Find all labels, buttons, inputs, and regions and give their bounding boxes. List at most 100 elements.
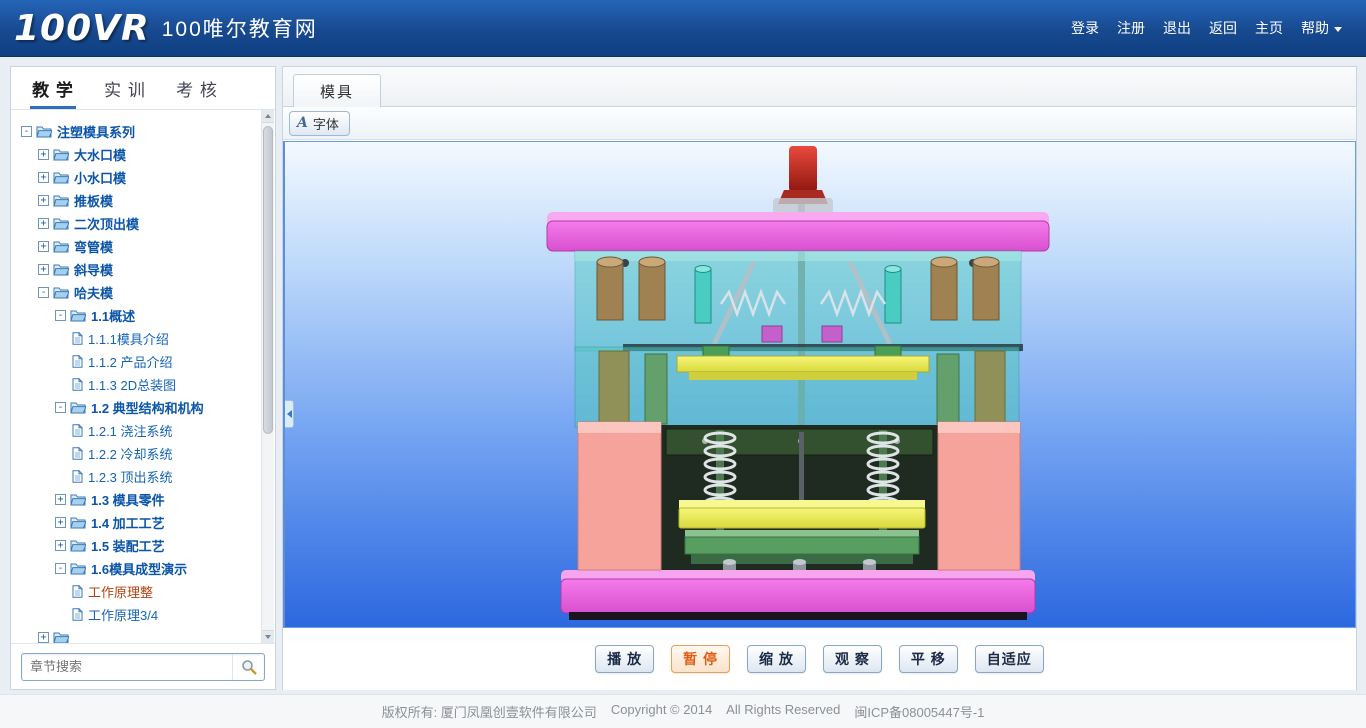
expand-icon[interactable]: + [55,540,66,551]
expand-icon[interactable]: + [38,264,49,275]
viewer-3d-canvas[interactable] [283,141,1356,628]
tree-item-label: 1.5 装配工艺 [91,536,165,555]
expand-icon[interactable]: + [55,494,66,505]
footer-part: 版权所有: 厦门凤凰创壹软件有限公司 [382,702,597,721]
folder-icon [53,240,69,253]
folder-icon [70,493,86,506]
tree-item[interactable]: -1.2 典型结构和机构 [15,396,261,419]
sidebar-collapse-handle[interactable] [285,400,294,428]
sidebar-tabs: 教 学实 训考 核 [11,67,275,110]
search-input[interactable] [22,659,232,674]
collapse-icon[interactable]: - [38,287,49,298]
tree-item[interactable]: +1.4 加工工艺 [15,511,261,534]
tree-item-label: 1.6模具成型演示 [91,559,187,578]
doc-icon [72,424,83,437]
scroll-down-button[interactable] [262,630,274,643]
font-icon: A [297,115,308,131]
header-nav: 登录注册退出返回主页帮助 [1071,18,1342,38]
tree-item[interactable]: + 斜导模 [15,258,261,281]
header: 100VR 100唯尔教育网 登录注册退出返回主页帮助 [0,0,1366,57]
tree-item-label: 斜导模 [74,260,113,279]
tree-item[interactable]: 1.2.1 浇注系统 [15,419,261,442]
viewer-toolbar: A 字体 [283,107,1356,140]
tab-training[interactable]: 实 训 [89,67,161,109]
nav-link-back[interactable]: 返回 [1209,18,1237,38]
collapse-icon[interactable]: - [21,126,32,137]
tree-item[interactable]: +二次顶出模 [15,212,261,235]
expand-icon[interactable]: + [38,241,49,252]
expand-icon[interactable]: + [38,172,49,183]
tree-item-label: 1.2.3 顶出系统 [88,467,173,486]
tab-mold[interactable]: 模具 [293,74,381,107]
tree-item[interactable]: 1.1.2 产品介绍 [15,350,261,373]
tree-item[interactable]: + 大水口模 [15,143,261,166]
tree-item[interactable]: - 哈夫模 [15,281,261,304]
tree-item-label: 1.3 模具零件 [91,490,165,509]
pan-button[interactable]: 平 移 [899,645,958,673]
scrollbar-thumb[interactable] [263,126,273,434]
collapse-icon[interactable]: - [55,402,66,413]
tree-item[interactable]: +1.5 装配工艺 [15,534,261,557]
tree-item[interactable]: +小水口模 [15,166,261,189]
tab-assessment[interactable]: 考 核 [161,67,233,109]
tree-item[interactable]: 工作原理3/4 [15,603,261,626]
folder-icon [53,194,69,207]
chapter-tree: -注塑模具系列+大水口模+小水口模+推板模+二次顶出模+弯管模+斜导模-哈夫模-… [11,110,261,643]
search-button[interactable] [232,654,264,680]
folder-icon [53,631,69,643]
tree-item[interactable]: 1.2.3 顶出系统 [15,465,261,488]
scroll-up-button[interactable] [262,110,274,123]
nav-link-login[interactable]: 登录 [1071,18,1099,38]
tree-wrap: -注塑模具系列+大水口模+小水口模+推板模+二次顶出模+弯管模+斜导模-哈夫模-… [11,110,275,643]
search-row [11,643,275,689]
tree-item-label: 1.1.2 产品介绍 [88,352,173,371]
tree-item[interactable]: 1.1.3 2D总装图 [15,373,261,396]
expand-icon[interactable]: + [38,195,49,206]
font-button[interactable]: A 字体 [289,111,350,136]
nav-link-help[interactable]: 帮助 [1301,18,1342,38]
tree-item[interactable]: 1.1.1模具介绍 [15,327,261,350]
tree-item-label: 工作原理3/4 [88,605,158,624]
folder-icon [70,562,86,575]
expand-icon[interactable]: + [38,632,49,643]
tree-item[interactable]: -注塑模具系列 [15,120,261,143]
collapse-icon[interactable]: - [55,310,66,321]
viewer-controls: 播 放暂 停缩 放观 察平 移自适应 [283,628,1356,690]
tree-item[interactable]: + 推板模 [15,189,261,212]
footer-text: 版权所有: 厦门凤凰创壹软件有限公司Copyright © 2014All Ri… [375,702,992,721]
tree-item-label: 哈夫模 [74,283,113,302]
tree-item[interactable]: 1.2.2 冷却系统 [15,442,261,465]
collapse-icon[interactable]: - [55,563,66,574]
logo: 100VR [14,8,150,49]
play-button[interactable]: 播 放 [595,645,654,673]
observe-button[interactable]: 观 察 [823,645,882,673]
folder-icon [70,539,86,552]
folder-icon [53,171,69,184]
tree-item[interactable]: +1.3 模具零件 [15,488,261,511]
tree-item-label: 1.1.1模具介绍 [88,329,169,348]
nav-link-home[interactable]: 主页 [1255,18,1283,38]
site-name: 100唯尔教育网 [162,13,318,43]
tree-item[interactable]: - 1.6模具成型演示 [15,557,261,580]
expand-icon[interactable]: + [38,149,49,160]
pause-button[interactable]: 暂 停 [671,645,730,673]
nav-link-logout[interactable]: 退出 [1163,18,1191,38]
tree-item[interactable]: + 弯管模 [15,235,261,258]
nav-link-register[interactable]: 注册 [1117,18,1145,38]
font-button-label: 字体 [313,114,339,133]
tree-item-label: 弯管模 [74,237,113,256]
arrow-down-icon [265,635,271,639]
tree-item-label: 大水口模 [74,145,126,164]
fit-button[interactable]: 自适应 [975,645,1044,673]
expand-icon[interactable]: + [38,218,49,229]
tree-item[interactable]: -1.1概述 [15,304,261,327]
tab-teaching[interactable]: 教 学 [17,67,89,109]
tree-item[interactable]: 工作原理整 [15,580,261,603]
tree-item[interactable]: + [15,626,261,643]
folder-icon [70,516,86,529]
doc-icon [72,378,83,391]
zoom-button[interactable]: 缩 放 [747,645,806,673]
tree-item-label: 推板模 [74,191,113,210]
tree-item-label: 工作原理整 [88,582,153,601]
expand-icon[interactable]: + [55,517,66,528]
